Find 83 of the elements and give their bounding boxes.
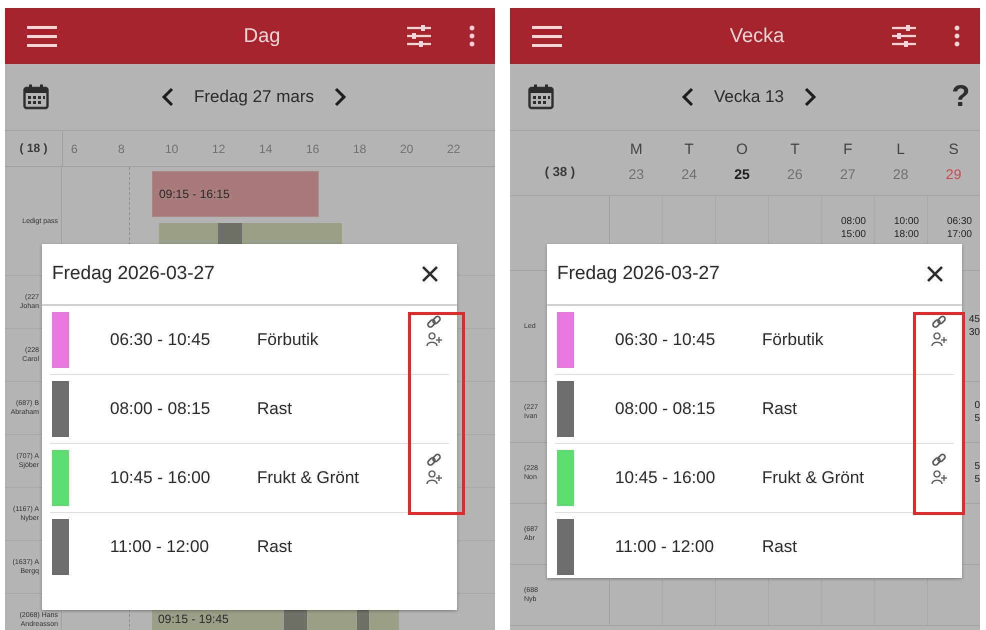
hour-label: 22 <box>446 142 462 156</box>
shift-time: 30 <box>968 326 980 339</box>
view-title: Dag <box>242 24 282 48</box>
weekday-letter: T <box>790 141 800 158</box>
time-range: 08:00 - 08:15 <box>110 399 212 419</box>
activity-name: Frukt & Grönt <box>762 468 866 488</box>
shift-time: 18:00 <box>894 228 919 241</box>
add-person-icon[interactable] <box>426 332 442 347</box>
activity-name: Rast <box>257 399 293 419</box>
help-button[interactable]: ? <box>952 80 970 114</box>
weekday-letter: L <box>896 141 905 158</box>
link-icon[interactable] <box>426 452 442 468</box>
previous-chevron-icon[interactable] <box>162 87 174 107</box>
calendar-icon[interactable] <box>528 84 554 110</box>
add-person-icon[interactable] <box>426 470 442 485</box>
close-icon[interactable] <box>421 265 439 283</box>
hour-label: 18 <box>352 142 368 156</box>
activity-name: Förbutik <box>762 330 824 350</box>
calendar-icon[interactable] <box>23 84 49 110</box>
more-options-icon[interactable] <box>469 25 475 47</box>
day-date[interactable]: 26 <box>787 166 803 182</box>
next-chevron-icon[interactable] <box>334 87 346 107</box>
dialog-title: Fredag 2026-03-27 <box>52 263 215 285</box>
link-icon[interactable] <box>931 314 947 330</box>
time-range: 08:00 - 08:15 <box>615 399 716 419</box>
shift-bar[interactable]: 09:15 - 16:15 <box>152 171 319 217</box>
day-date[interactable]: 27 <box>840 166 856 182</box>
time-range: 11:00 - 12:00 <box>110 537 210 557</box>
hour-label: 6 <box>70 142 79 156</box>
activity-name: Förbutik <box>257 330 320 350</box>
link-icon[interactable] <box>931 452 947 468</box>
shift-time: 06:30 <box>946 215 972 228</box>
filter-sliders-icon[interactable] <box>892 25 916 47</box>
add-person-icon[interactable] <box>930 332 948 347</box>
shift-time: 5 <box>974 473 980 486</box>
period-label: Fredag 27 mars <box>194 87 314 107</box>
weekday-letter: S <box>948 141 959 158</box>
next-chevron-icon[interactable] <box>804 87 816 107</box>
day-date[interactable]: 23 <box>628 166 644 182</box>
hour-label: 16 <box>305 142 320 156</box>
weekday-letter: F <box>843 141 852 158</box>
close-icon[interactable] <box>926 265 944 283</box>
weekday-letter: M <box>630 141 642 158</box>
day-date[interactable]: 25 <box>734 166 750 182</box>
staff-count: ( 18 ) <box>5 131 63 166</box>
shift-time: 5 <box>974 460 980 473</box>
time-range: 06:30 - 10:45 <box>615 330 716 350</box>
shift-time: 45 <box>968 313 980 326</box>
time-range: 11:00 - 12:00 <box>615 537 715 557</box>
hour-label: 10 <box>164 142 180 156</box>
hour-label: 8 <box>117 142 126 156</box>
day-date[interactable]: 29 <box>946 166 962 182</box>
more-options-icon[interactable] <box>954 25 960 47</box>
staff-count: ( 38 ) <box>544 163 576 181</box>
time-range: 10:45 - 16:00 <box>110 468 212 488</box>
previous-chevron-icon[interactable] <box>682 87 694 107</box>
hour-label: 14 <box>258 142 274 156</box>
shift-time: 15:00 <box>840 228 866 241</box>
day-date[interactable]: 28 <box>892 166 908 182</box>
time-range: 10:45 - 16:00 <box>615 468 716 488</box>
hour-label: 12 <box>211 142 226 156</box>
day-date[interactable]: 24 <box>681 166 697 182</box>
menu-icon[interactable] <box>27 24 57 48</box>
activity-name: Rast <box>762 537 798 557</box>
period-label: Vecka 13 <box>714 87 784 107</box>
shift-time: 17:00 <box>946 228 972 241</box>
activity-name: Rast <box>762 399 798 419</box>
shift-time: 10:00 <box>894 215 919 228</box>
add-person-icon[interactable] <box>930 470 948 485</box>
shift-time: 5 <box>974 412 980 425</box>
weekday-letter: T <box>684 141 694 158</box>
menu-icon[interactable] <box>532 24 562 48</box>
time-range: 06:30 - 10:45 <box>110 330 212 350</box>
view-title: Vecka <box>728 24 786 48</box>
hour-label: 20 <box>399 142 414 156</box>
activity-name: Frukt & Grönt <box>257 468 360 488</box>
shift-time: 08:00 <box>840 215 866 228</box>
activity-name: Rast <box>257 537 293 557</box>
shift-time: 0 <box>974 399 980 412</box>
filter-sliders-icon[interactable] <box>407 25 431 47</box>
link-icon[interactable] <box>426 314 442 330</box>
weekday-letter: O <box>736 141 748 158</box>
dialog-title: Fredag 2026-03-27 <box>557 263 720 285</box>
